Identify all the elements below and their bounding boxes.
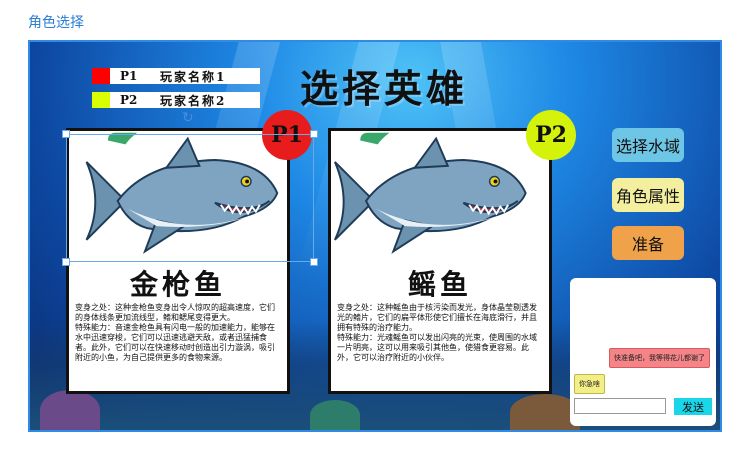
hero-description: 变身之处：这种金枪鱼变身出令人惊叹的超高速度，它们的身体线条更加流线型，鳍和鳃尾… [75,303,275,362]
p2-name: 玩家名称2 [160,93,227,108]
chat-message-right: 快准备吧，我等得花儿都谢了 [609,348,710,368]
choose-hero-title: 选择英雄 [300,67,469,111]
resize-handle[interactable] [62,130,70,138]
coral [310,400,360,430]
p1-color-swatch [92,68,110,84]
select-water-button[interactable]: 选择水域 [612,128,684,162]
player-legend-p1: P1 玩家名称1 [92,68,260,84]
shark-image [333,132,527,254]
hero-card-tuna[interactable]: 金枪鱼 变身之处：这种金枪鱼变身出令人惊叹的超高速度，它们的身体线条更加流线型，… [66,128,290,394]
chat-message-left: 你急啥 [574,374,605,394]
refresh-icon: ↻ [182,110,194,126]
hero-name: 金枪鱼 [129,268,226,301]
player-legend-p2: P2 玩家名称2 [92,92,260,108]
p1-tag: P1 [120,69,138,83]
hero-name: 鳐鱼 [407,268,472,301]
p1-name: 玩家名称1 [160,69,227,84]
p2-tag: P2 [120,93,138,107]
coral [40,390,100,430]
p1-badge: P1 [262,110,312,160]
hero-attributes-button[interactable]: 角色属性 [612,178,684,212]
resize-handle[interactable] [310,130,318,138]
resize-handle[interactable] [310,258,318,266]
page-title: 角色选择 [28,15,84,31]
shark-image [85,132,279,254]
ready-button[interactable]: 准备 [612,226,684,260]
send-button[interactable]: 发送 [674,398,712,415]
hero-card-ray[interactable]: 鳐鱼 变身之处：这种鳐鱼由于核污染而发光，身体晶莹剔透发光的鳍片，它们的扁平体形… [328,128,552,394]
hero-description: 变身之处：这种鳐鱼由于核污染而发光，身体晶莹剔透发光的鳍片，它们的扁平体形使它们… [337,303,537,362]
p2-color-swatch [92,92,110,108]
chat-panel: 快准备吧，我等得花儿都谢了 你急啥 发送 [570,278,716,426]
resize-handle[interactable] [62,258,70,266]
p2-badge: P2 [526,110,576,160]
game-stage: P1 玩家名称1 P2 玩家名称2 ↻ 选择英雄 金枪鱼 变身之处：这种金枪鱼变… [28,40,722,432]
chat-input[interactable] [574,398,666,414]
